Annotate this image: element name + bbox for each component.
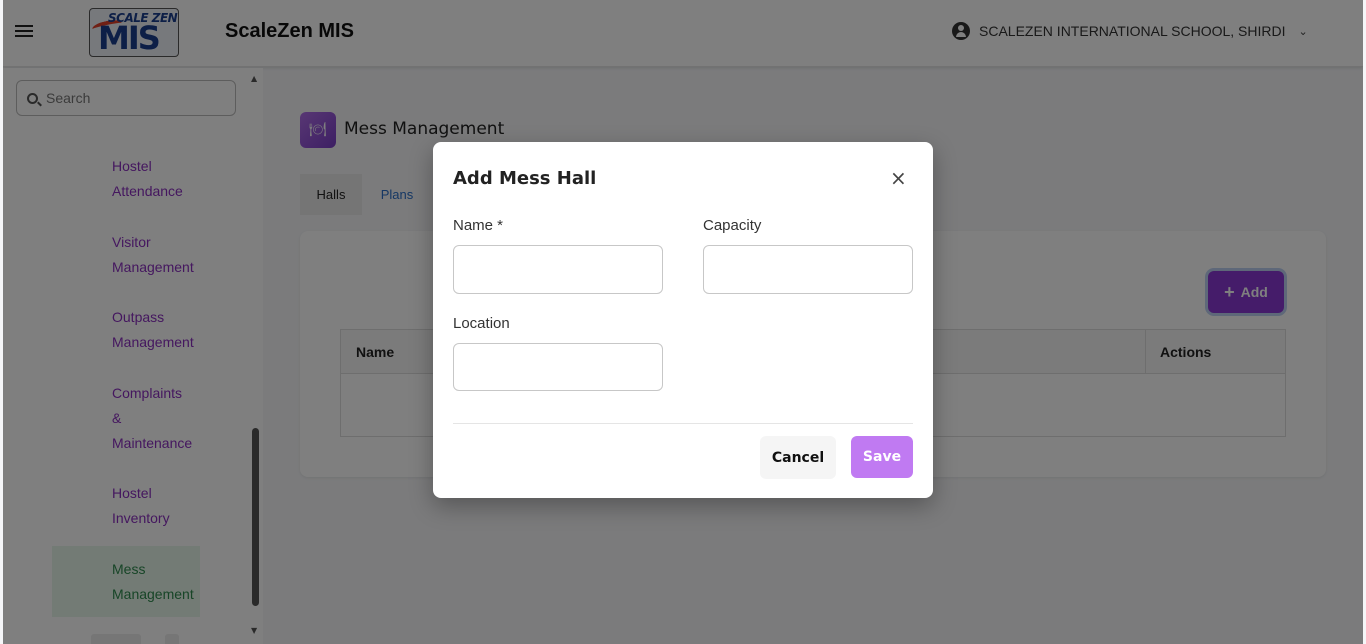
app-frame: SCALE ZEN MIS ScaleZen MIS SCALEZEN INTE…	[3, 0, 1363, 644]
capacity-field[interactable]	[703, 245, 913, 294]
dialog-divider	[453, 423, 913, 424]
name-label: Name *	[453, 217, 504, 234]
cancel-button[interactable]: Cancel	[760, 436, 836, 479]
location-field[interactable]	[453, 343, 663, 391]
capacity-label: Capacity	[703, 217, 762, 234]
location-label: Location	[453, 315, 510, 332]
close-icon[interactable]: ×	[890, 168, 907, 188]
name-field[interactable]	[453, 245, 663, 294]
add-mess-hall-dialog: Add Mess Hall × Name * Capacity Location…	[433, 142, 933, 498]
dialog-title: Add Mess Hall	[453, 168, 597, 189]
save-button[interactable]: Save	[851, 436, 913, 478]
